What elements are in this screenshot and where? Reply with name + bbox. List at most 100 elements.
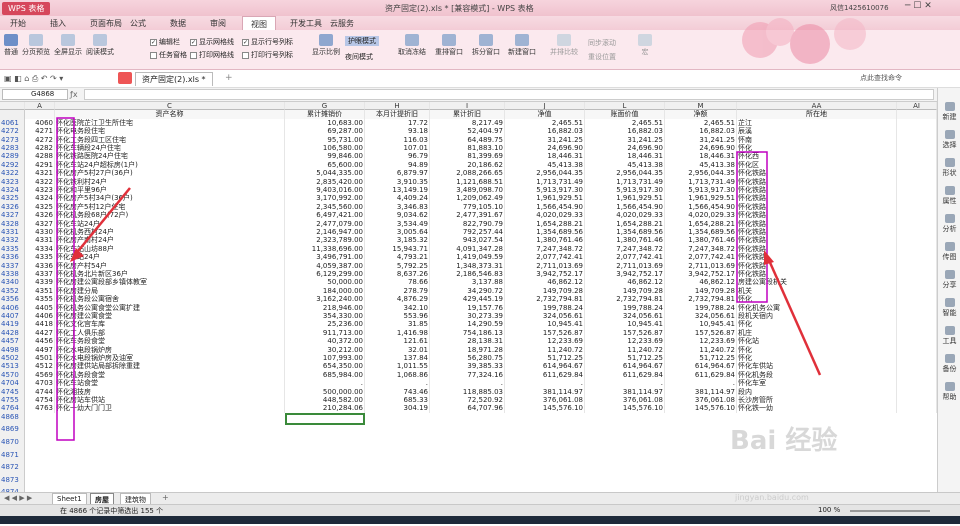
cell-rn[interactable]: 4324 [0,186,25,195]
cell-h[interactable]: 93.18 [365,127,430,136]
cell-g[interactable]: 2,146,947.00 [285,228,365,237]
cell-j[interactable]: 16,882.03 [505,127,585,136]
table-row[interactable]: 4457 4456 怀化车务段食堂 40,372.00 121.61 28,138.31 1… [0,337,937,346]
cell-m[interactable]: 381,114.97 [665,387,737,396]
cell-g[interactable]: 654,350.00 [285,362,365,371]
cell-h[interactable]: 31.85 [365,320,430,329]
cell-a[interactable]: 4754 [25,396,55,405]
table-row[interactable]: 4704 4703 怀化车站食堂...... 怀化车室 [0,379,937,388]
cell-h[interactable]: 553.96 [365,312,430,321]
cell-aa[interactable]: 怀化车供站 [737,362,897,371]
cell-a[interactable]: 4763 [25,404,55,413]
cell-j[interactable]: 3,942,752.17 [505,270,585,279]
reset-position-button[interactable]: 重设位置 [588,52,616,62]
cell-c[interactable]: 怀化湘技房 [55,387,285,396]
table-row[interactable]: 4326 4325 怀化房产5村12户住宅 2,345,560.00 3,346.83 7… [0,202,937,212]
cell-h[interactable]: 116.03 [365,135,430,144]
display-ratio-button[interactable]: 显示比例 [312,34,340,57]
table-row[interactable]: 4283 4282 怀化车辆段24户住宅 106,580.00 107.01 81,883… [0,144,937,153]
table-row[interactable]: 4338 4337 怀化机务北片新区36户 6,129,299.00 8,637.26 2… [0,270,937,279]
cell-m[interactable]: 2,711,013.69 [665,261,737,270]
cell-m[interactable]: 611,629.84 [665,370,737,380]
cell-l[interactable]: 18,446.31 [585,152,665,161]
cell-g[interactable]: 10,683.00 [285,118,365,128]
cell-m[interactable]: 12,233.69 [665,337,737,346]
cell-j[interactable]: 145,576.10 [505,404,585,413]
ribbon-tab-0[interactable]: 开始 [2,16,34,31]
cell-g[interactable]: 99,846.00 [285,152,365,161]
cell-ai[interactable] [897,186,937,195]
cell-c[interactable]: 怀化车站24户超标房(1户) [55,160,285,170]
cell-i[interactable]: 118,885.03 [430,387,505,396]
cell-m[interactable]: 51,712.25 [665,354,737,363]
cell-m[interactable]: 1,380,761.46 [665,236,737,245]
table-row[interactable]: 4272 4271 怀化电务段住宅 69,287.00 93.18 52,404.97 16… [0,127,937,136]
cell-a[interactable]: 4331 [25,236,55,245]
cell-c[interactable]: 怀化机务段食堂 [55,370,285,380]
cell-l[interactable]: 1,713,731.49 [585,177,665,186]
cell-j[interactable]: 51,712.25 [505,354,585,363]
table-row[interactable]: 4764 4763 怀化一幼大门门卫 210,284.06 304.19 64,707.9… [0,404,937,413]
cell-ai[interactable] [897,278,937,287]
cell-g[interactable]: 95,731.00 [285,135,365,144]
table-row[interactable]: 4755 4754 怀化房站车供站 448,582.00 685.33 72,520.92… [0,396,937,405]
cell-i[interactable]: 4,091,347.28 [430,244,505,254]
table-row[interactable]: 4352 4351 怀化房建分局 184,000.00 278.79 34,290.72 1… [0,286,937,296]
cell-g[interactable]: 106,580.00 [285,144,365,153]
cell-aa[interactable]: 怀化铁路 [737,177,897,186]
cell-aa[interactable]: 辰溪 [737,127,897,136]
cell-c[interactable]: 怀化医院芷江卫生所住宅 [55,118,285,128]
macro-button[interactable]: 宏 [638,34,652,57]
cell-h[interactable]: 6,879.97 [365,169,430,178]
cell-h[interactable]: 3,185.32 [365,236,430,245]
cell-m[interactable]: 376,061.08 [665,396,737,405]
new-window-button[interactable]: 新建窗口 [508,34,536,57]
cell-j[interactable]: 2,711,013.69 [505,261,585,270]
cell-g[interactable]: 11,338,696.00 [285,244,365,254]
cell-l[interactable]: 12,233.69 [585,337,665,346]
cell-a[interactable]: 4321 [25,169,55,178]
ribbon-tab-8[interactable]: 云服务 [322,16,362,31]
cell-c[interactable]: 怀化车站24户 [55,219,285,228]
cell-aa[interactable]: 机庄 [737,328,897,338]
table-row[interactable]: 4323 4322 怀化铁利村24户 2,835,420.00 3,910.35 1,12… [0,177,937,186]
new-tab-button[interactable]: + [225,73,233,83]
field-header-ai[interactable] [897,110,937,119]
cell-a[interactable]: 4339 [25,278,55,287]
cell-a[interactable]: 4282 [25,144,55,153]
cell-rn[interactable]: 4325 [0,194,25,203]
cell-m[interactable]: 324,056.61 [665,312,737,321]
formula-input[interactable] [84,89,934,100]
cell-ai[interactable] [897,328,937,338]
cell-g[interactable]: 25,236.00 [285,320,365,329]
cell-l[interactable]: 2,077,742.41 [585,253,665,262]
cell-l[interactable]: 614,964.67 [585,362,665,371]
cell-j[interactable]: 1,961,929.51 [505,194,585,203]
cell-m[interactable]: 1,566,454.90 [665,202,737,212]
cell-c[interactable]: 怀化房产南村24户 [55,236,285,245]
table-row[interactable]: 4406 4405 怀化机务公寓食堂公寓扩建 218,946.00 342.10 19,1… [0,303,937,312]
cell-j[interactable]: 24,696.90 [505,144,585,153]
empty-row[interactable]: 4869 [0,425,937,438]
cell-g[interactable]: 184,000.00 [285,286,365,296]
cell-i[interactable]: 429,445.19 [430,295,505,304]
table-row[interactable]: 4407 4406 怀化房建公寓食堂 354,330.00 553.96 30,273.3… [0,312,937,321]
cell-l[interactable]: 376,061.08 [585,396,665,405]
cell-g[interactable]: 50,000.00 [285,278,365,287]
empty-row[interactable]: 4870 [0,438,937,451]
cell-m[interactable]: 5,913,917.30 [665,186,737,195]
cell-i[interactable]: 30,273.39 [430,312,505,321]
cell-h[interactable]: 1,068.86 [365,370,430,380]
ribbon-tab-5[interactable]: 审阅 [202,16,234,31]
cell-j[interactable]: 2,077,742.41 [505,253,585,262]
heart-icon[interactable] [118,72,132,84]
cell-g[interactable]: 2,835,420.00 [285,177,365,186]
cell-ai[interactable] [897,379,937,388]
cell-i[interactable]: 64,707.96 [430,404,505,413]
cell-a[interactable]: 4405 [25,303,55,312]
cell-rn[interactable]: 4272 [0,127,25,136]
col-letter[interactable] [0,102,25,111]
cell-rn[interactable]: 4340 [0,278,25,287]
task-pane-toggle[interactable]: 任务窗格 [150,49,187,62]
table-row[interactable]: 4570 4569 怀化机务段食堂 685,984.00 1,068.86 77,324.… [0,370,937,380]
